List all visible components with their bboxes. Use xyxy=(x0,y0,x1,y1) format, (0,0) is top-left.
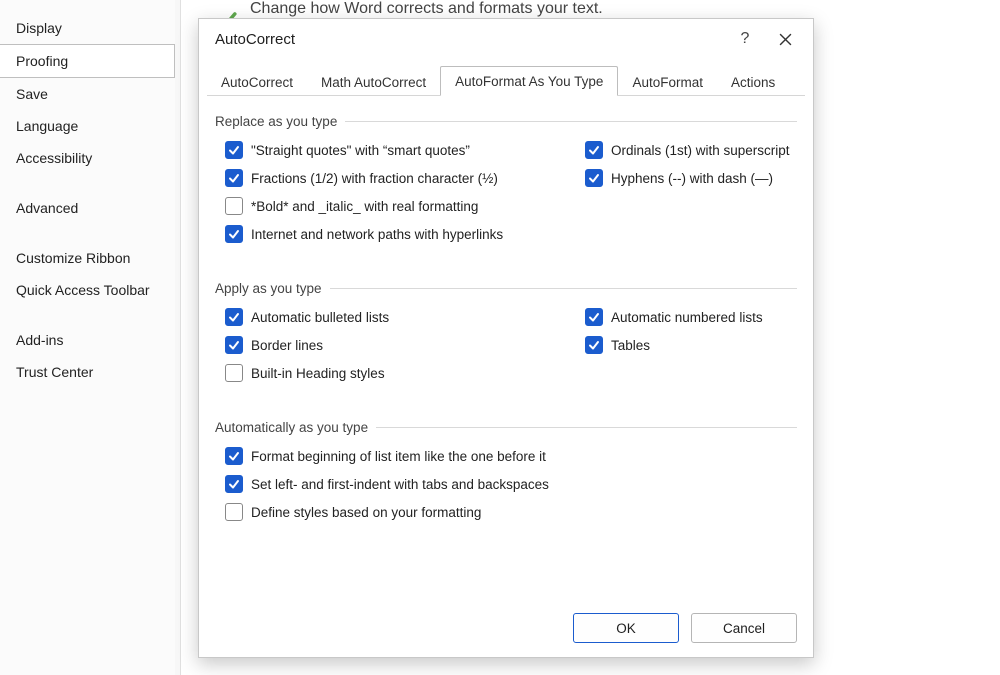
sidebar-item-quick-access-toolbar[interactable]: Quick Access Toolbar xyxy=(0,274,175,306)
checkbox[interactable] xyxy=(225,336,243,354)
checkbox[interactable] xyxy=(225,475,243,493)
checkbox-label: Automatic bulleted lists xyxy=(251,310,389,325)
sidebar-item-advanced[interactable]: Advanced xyxy=(0,192,175,224)
checkbox-label: Automatic numbered lists xyxy=(611,310,763,325)
option-row: Hyphens (--) with dash (—) xyxy=(585,167,797,189)
tab-math-autocorrect[interactable]: Math AutoCorrect xyxy=(307,68,440,96)
option-row: Format beginning of list item like the o… xyxy=(225,445,585,467)
checkbox[interactable] xyxy=(585,141,603,159)
checkbox-label: "Straight quotes" with “smart quotes” xyxy=(251,143,470,158)
sidebar-item-trust-center[interactable]: Trust Center xyxy=(0,356,175,388)
checkbox-label: Set left- and first-indent with tabs and… xyxy=(251,477,549,492)
tab-actions[interactable]: Actions xyxy=(717,68,789,96)
group-automatically-as-you-type: Automatically as you type Format beginnin… xyxy=(215,420,797,523)
option-row: Define styles based on your formatting xyxy=(225,501,585,523)
tab-autoformat-as-you-type[interactable]: AutoFormat As You Type xyxy=(440,66,618,96)
option-row: *Bold* and _italic_ with real formatting xyxy=(225,195,585,217)
checkbox-label: Built-in Heading styles xyxy=(251,366,385,381)
checkbox-label: Fractions (1/2) with fraction character … xyxy=(251,171,498,186)
checkbox[interactable] xyxy=(585,169,603,187)
option-row: Fractions (1/2) with fraction character … xyxy=(225,167,585,189)
dialog-title: AutoCorrect xyxy=(215,31,725,48)
cancel-button[interactable]: Cancel xyxy=(691,613,797,643)
checkbox[interactable] xyxy=(225,364,243,382)
checkbox-label: Define styles based on your formatting xyxy=(251,505,481,520)
sidebar-item-accessibility[interactable]: Accessibility xyxy=(0,142,175,174)
checkbox[interactable] xyxy=(225,308,243,326)
checkbox[interactable] xyxy=(225,169,243,187)
sidebar-item-proofing[interactable]: Proofing xyxy=(0,44,175,78)
option-row: Set left- and first-indent with tabs and… xyxy=(225,473,585,495)
checkbox[interactable] xyxy=(225,447,243,465)
group-label: Automatically as you type xyxy=(215,420,376,435)
checkbox[interactable] xyxy=(225,225,243,243)
group-label: Apply as you type xyxy=(215,281,330,296)
checkbox-label: Ordinals (1st) with superscript xyxy=(611,143,790,158)
tab-autocorrect[interactable]: AutoCorrect xyxy=(207,68,307,96)
options-grid: "Straight quotes" with “smart quotes” Ord… xyxy=(215,139,797,245)
checkbox[interactable] xyxy=(585,336,603,354)
group-label: Replace as you type xyxy=(215,114,345,129)
ok-button[interactable]: OK xyxy=(573,613,679,643)
checkbox[interactable] xyxy=(225,503,243,521)
checkbox-label: *Bold* and _italic_ with real formatting xyxy=(251,199,478,214)
group-replace-as-you-type: Replace as you type "Straight quotes" wit… xyxy=(215,114,797,245)
help-button[interactable]: ? xyxy=(725,19,765,59)
sidebar-item-add-ins[interactable]: Add-ins xyxy=(0,324,175,356)
option-row: Automatic numbered lists xyxy=(585,306,797,328)
option-row: Tables xyxy=(585,334,797,356)
app-root: Change how Word corrects and formats you… xyxy=(0,0,1000,675)
divider xyxy=(376,427,797,428)
sidebar-item-language[interactable]: Language xyxy=(0,110,175,142)
divider xyxy=(330,288,797,289)
options-grid: Format beginning of list item like the o… xyxy=(215,445,797,523)
checkbox-label: Hyphens (--) with dash (—) xyxy=(611,171,773,186)
dialog-footer: OK Cancel xyxy=(573,613,797,643)
dialog-titlebar: AutoCorrect ? xyxy=(199,19,813,59)
option-row: Built-in Heading styles xyxy=(225,362,585,384)
group-apply-as-you-type: Apply as you type Automatic bulleted list… xyxy=(215,281,797,384)
close-button[interactable] xyxy=(765,19,805,59)
option-row: Ordinals (1st) with superscript xyxy=(585,139,797,161)
sidebar-item-display[interactable]: Display xyxy=(0,12,175,44)
checkbox[interactable] xyxy=(225,197,243,215)
checkbox-label: Border lines xyxy=(251,338,323,353)
dialog-body: Replace as you type "Straight quotes" wit… xyxy=(199,96,813,523)
tab-autoformat[interactable]: AutoFormat xyxy=(618,68,717,96)
checkbox[interactable] xyxy=(225,141,243,159)
sidebar-item-customize-ribbon[interactable]: Customize Ribbon xyxy=(0,242,175,274)
autocorrect-dialog: AutoCorrect ? AutoCorrectMath AutoCorrec… xyxy=(198,18,814,658)
checkbox-label: Internet and network paths with hyperlin… xyxy=(251,227,503,242)
option-row: Border lines xyxy=(225,334,585,356)
divider xyxy=(345,121,797,122)
checkbox-label: Format beginning of list item like the o… xyxy=(251,449,546,464)
options-grid: Automatic bulleted lists Automatic number… xyxy=(215,306,797,384)
option-row: Automatic bulleted lists xyxy=(225,306,585,328)
option-row: Internet and network paths with hyperlin… xyxy=(225,223,585,245)
checkbox[interactable] xyxy=(585,308,603,326)
sidebar-item-save[interactable]: Save xyxy=(0,78,175,110)
options-sidebar: DisplayProofingSaveLanguageAccessibility… xyxy=(0,0,175,675)
checkbox-label: Tables xyxy=(611,338,650,353)
dialog-tabstrip: AutoCorrectMath AutoCorrectAutoFormat As… xyxy=(207,59,805,96)
proofing-section-header: Change how Word corrects and formats you… xyxy=(250,0,603,18)
option-row: "Straight quotes" with “smart quotes” xyxy=(225,139,585,161)
